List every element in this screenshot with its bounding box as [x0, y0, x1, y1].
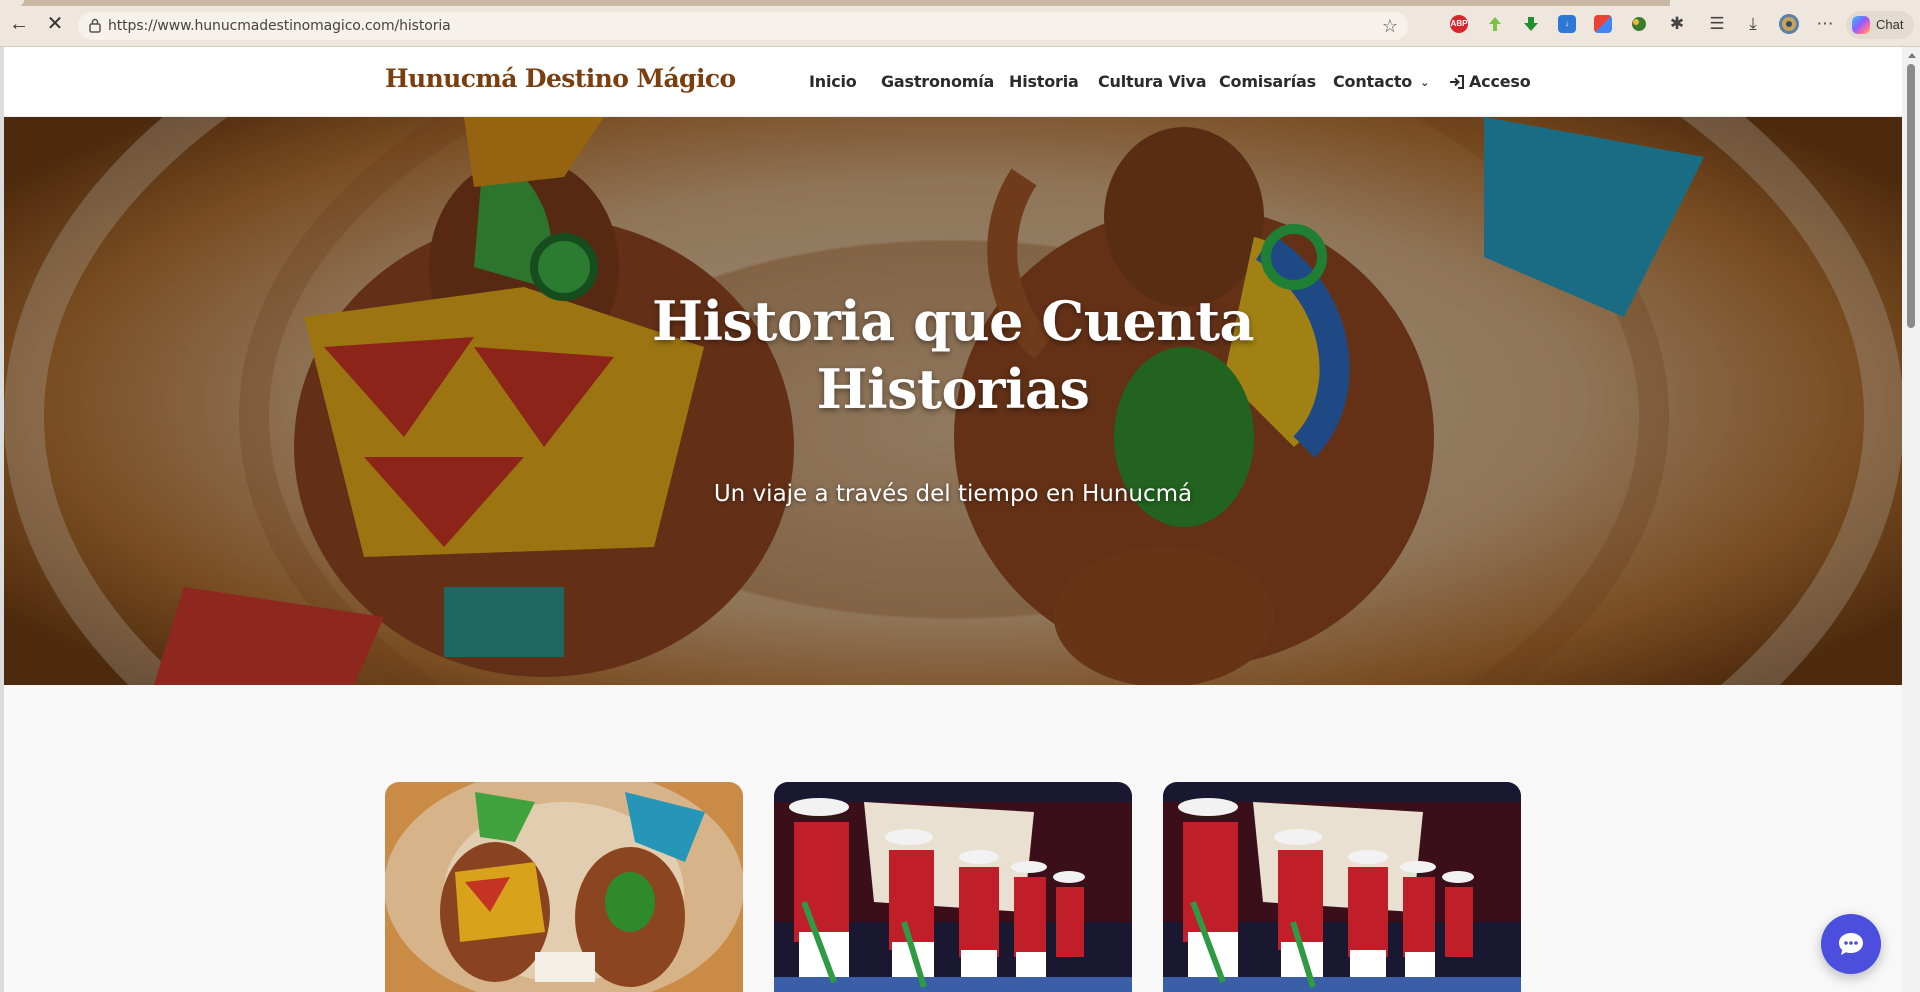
- nav-contacto-dropdown[interactable]: Contacto ⌄: [1333, 72, 1429, 91]
- save-extension-icon[interactable]: ↓: [1558, 15, 1576, 33]
- favorite-star-icon[interactable]: ☆: [1382, 16, 1398, 36]
- copilot-chat-button[interactable]: Chat: [1846, 11, 1914, 39]
- tab-strip: [0, 0, 1920, 6]
- chevron-down-icon: ⌄: [1420, 76, 1430, 89]
- downloads-icon[interactable]: ⤓: [1742, 13, 1764, 35]
- scrollbar-thumb[interactable]: [1907, 64, 1915, 328]
- main-nav: Inicio Gastronomía Historia Cultura Viva…: [4, 47, 1902, 117]
- stop-loading-icon[interactable]: ✕: [44, 13, 66, 35]
- address-bar[interactable]: https://www.hunucmadestinomagico.com/his…: [78, 12, 1408, 40]
- nav-gastronomia[interactable]: Gastronomía: [881, 72, 994, 91]
- site-header: Hunucmá Destino Mágico Inicio Gastronomí…: [4, 47, 1902, 117]
- hero-subtitle: Un viaje a través del tiempo en Hunucmá: [713, 481, 1193, 507]
- site-info-icon[interactable]: [88, 17, 102, 33]
- url-text[interactable]: https://www.hunucmadestinomagico.com/his…: [108, 18, 451, 34]
- profile-avatar[interactable]: [1778, 13, 1800, 35]
- nav-inicio[interactable]: Inicio: [809, 72, 857, 91]
- nav-contacto-label: Contacto: [1333, 72, 1413, 91]
- chat-bubble-icon: [1839, 933, 1863, 955]
- chat-widget-button[interactable]: [1821, 914, 1881, 974]
- copilot-logo-icon: [1852, 16, 1870, 34]
- sign-in-icon: [1450, 75, 1464, 89]
- back-arrow-icon[interactable]: ←: [8, 13, 30, 35]
- page-scrollbar[interactable]: [1902, 47, 1920, 992]
- adblock-extension-icon[interactable]: ABP: [1450, 15, 1468, 33]
- more-menu-icon[interactable]: ⋯: [1814, 13, 1836, 35]
- copilot-label: Chat: [1876, 17, 1904, 32]
- green-download-extension-icon[interactable]: [1522, 15, 1540, 33]
- nav-cultura-viva[interactable]: Cultura Viva: [1098, 72, 1207, 91]
- hero-title: Historia que Cuenta Historias: [651, 289, 1255, 421]
- nav-acceso[interactable]: Acceso: [1449, 72, 1531, 91]
- nav-acceso-label: Acceso: [1469, 72, 1531, 91]
- card-image-mayan-mural[interactable]: [385, 782, 743, 992]
- scroll-up-arrow-icon[interactable]: [1908, 53, 1916, 58]
- nav-comisarias[interactable]: Comisarías: [1219, 72, 1316, 91]
- tab-edge[interactable]: [0, 0, 24, 6]
- color-extension-icon[interactable]: [1594, 15, 1612, 33]
- card-image-dancers-2[interactable]: [1163, 782, 1521, 992]
- browser-toolbar: ← ✕ https://www.hunucmadestinomagico.com…: [0, 0, 1920, 47]
- hero-banner: Historia que Cuenta Historias Un viaje a…: [4, 117, 1902, 685]
- extensions-puzzle-icon[interactable]: ✱: [1666, 13, 1688, 35]
- nav-historia[interactable]: Historia: [1009, 72, 1079, 91]
- tab-strip-right: [1670, 0, 1920, 6]
- favorites-icon[interactable]: ☰: [1706, 13, 1728, 35]
- download-helper-extension-icon[interactable]: [1486, 15, 1504, 33]
- page-viewport: Hunucmá Destino Mágico Inicio Gastronomí…: [4, 47, 1902, 992]
- card-image-dancers[interactable]: [774, 782, 1132, 992]
- globe-extension-icon[interactable]: [1630, 15, 1648, 33]
